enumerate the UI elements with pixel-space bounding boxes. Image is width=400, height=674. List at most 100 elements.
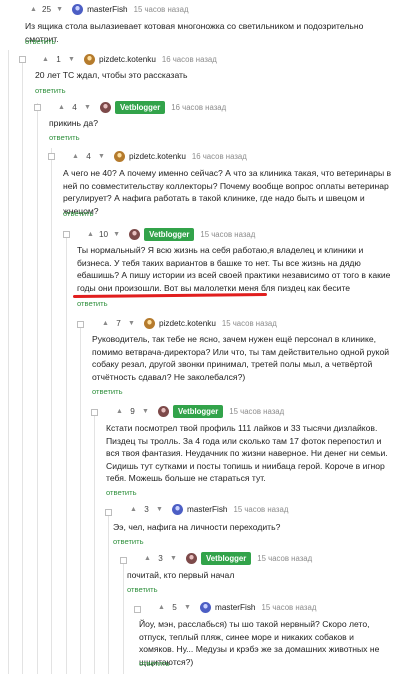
comment-score: 3 (144, 504, 149, 514)
thread-line (8, 50, 9, 674)
comment-score: 1 (56, 54, 61, 64)
avatar[interactable] (144, 317, 155, 329)
upvote-icon[interactable]: ▲ (142, 553, 153, 564)
collapse-thread-icon[interactable] (120, 557, 127, 564)
comment-header: ▲ 9 ▼ Vetblogger 15 часов назад (114, 403, 284, 419)
comment-time: 16 часов назад (171, 102, 227, 112)
reply-link[interactable]: ответить (77, 299, 108, 308)
downvote-icon[interactable]: ▼ (111, 229, 122, 240)
vote-control: ▲ 3 ▼ (128, 504, 165, 515)
avatar[interactable] (158, 405, 169, 417)
author-badge[interactable]: Vetblogger (201, 551, 252, 565)
thread-line (123, 560, 124, 674)
collapse-thread-icon[interactable] (105, 509, 112, 516)
vote-control: ▲ 25 ▼ (28, 4, 65, 15)
vote-control: ▲ 10 ▼ (85, 229, 122, 240)
avatar[interactable] (72, 3, 84, 15)
avatar[interactable] (172, 503, 183, 515)
author-name[interactable]: pizdetc.kotenku (129, 152, 186, 161)
red-underline-annotation (72, 292, 268, 299)
downvote-icon[interactable]: ▼ (82, 102, 93, 113)
comment-text: Руководитель, так тебе не ясно, зачем ну… (92, 334, 390, 382)
thread-line (51, 148, 52, 674)
comment-text: Ты нормальный? Я всю жизнь на себя работ… (77, 245, 391, 293)
comment-time: 15 часов назад (233, 504, 289, 514)
reply-link[interactable]: ответить (113, 537, 144, 546)
vote-control: ▲ 4 ▼ (56, 102, 93, 113)
reply-link[interactable]: ответить (127, 585, 158, 594)
comment-time: 15 часов назад (257, 553, 313, 563)
author-name[interactable]: pizdetc.kotenku (99, 55, 156, 64)
upvote-icon[interactable]: ▲ (100, 318, 111, 329)
comment-time: 15 часов назад (261, 602, 317, 612)
upvote-icon[interactable]: ▲ (114, 406, 125, 417)
comment-time: 16 часов назад (161, 54, 217, 64)
comment-score: 7 (116, 318, 121, 328)
avatar[interactable] (129, 228, 141, 240)
comment-score: 4 (86, 151, 91, 161)
reply-link[interactable]: ответить (25, 37, 56, 46)
upvote-icon[interactable]: ▲ (70, 151, 81, 162)
author-name[interactable]: pizdetc.kotenku (159, 319, 216, 328)
comment-time: 15 часов назад (200, 229, 256, 239)
downvote-icon[interactable]: ▼ (168, 553, 179, 564)
downvote-icon[interactable]: ▼ (126, 318, 137, 329)
thread-line (80, 325, 81, 674)
comment-header: ▲ 4 ▼ Vetblogger 16 часов назад (56, 99, 226, 115)
thread-line (22, 60, 23, 674)
comment-header: ▲ 3 ▼ masterFish 15 часов назад (128, 501, 288, 517)
downvote-icon[interactable]: ▼ (96, 151, 107, 162)
comment-score: 25 (42, 4, 52, 14)
downvote-icon[interactable]: ▼ (140, 406, 151, 417)
collapse-thread-icon[interactable] (34, 104, 41, 111)
avatar[interactable] (100, 101, 111, 113)
upvote-icon[interactable]: ▲ (85, 229, 96, 240)
comment-score: 3 (158, 553, 163, 563)
comment-header: ▲ 4 ▼ pizdetc.kotenku 16 часов назад (70, 148, 247, 164)
vote-control: ▲ 5 ▼ (156, 602, 193, 613)
comment-text: 20 лет ТС ждал, чтобы это рассказать (35, 70, 188, 80)
author-name[interactable]: masterFish (215, 603, 256, 612)
author-name[interactable]: masterFish (87, 5, 128, 14)
reply-link[interactable]: ответить (63, 209, 94, 218)
downvote-icon[interactable]: ▼ (54, 4, 65, 15)
upvote-icon[interactable]: ▲ (40, 54, 51, 65)
avatar[interactable] (200, 601, 211, 613)
comment-text: Йоу, мэн, расслабься) ты шо такой нервны… (139, 619, 380, 667)
comment-header: ▲ 3 ▼ Vetblogger 15 часов назад (142, 550, 312, 566)
downvote-icon[interactable]: ▼ (66, 54, 77, 65)
vote-control: ▲ 7 ▼ (100, 318, 137, 329)
collapse-thread-icon[interactable] (19, 56, 26, 63)
reply-link[interactable]: ответить (139, 659, 170, 668)
author-badge[interactable]: Vetblogger (173, 404, 224, 418)
collapse-thread-icon[interactable] (77, 321, 84, 328)
avatar[interactable] (84, 53, 95, 65)
comment-text: Ээ, чел, нафига на личности переходить? (113, 522, 281, 532)
avatar[interactable] (186, 552, 197, 564)
upvote-icon[interactable]: ▲ (128, 504, 139, 515)
reply-link[interactable]: ответить (49, 133, 80, 142)
collapse-thread-icon[interactable] (134, 606, 141, 613)
comment-header: ▲ 10 ▼ Vetblogger 15 часов назад (85, 226, 255, 242)
vote-control: ▲ 4 ▼ (70, 151, 107, 162)
author-name[interactable]: masterFish (187, 505, 228, 514)
author-badge[interactable]: Vetblogger (115, 100, 166, 114)
reply-link[interactable]: ответить (106, 488, 137, 497)
collapse-thread-icon[interactable] (63, 231, 70, 238)
author-badge[interactable]: Vetblogger (144, 227, 195, 241)
upvote-icon[interactable]: ▲ (56, 102, 67, 113)
comment-time: 16 часов назад (191, 151, 247, 161)
avatar[interactable] (114, 150, 125, 162)
comment-score: 5 (172, 602, 177, 612)
reply-link[interactable]: ответить (35, 86, 66, 95)
comment-header: ▲ 5 ▼ masterFish 15 часов назад (156, 599, 316, 615)
comment-header: ▲ 7 ▼ pizdetc.kotenku 15 часов назад (100, 315, 277, 331)
downvote-icon[interactable]: ▼ (182, 602, 193, 613)
downvote-icon[interactable]: ▼ (154, 504, 165, 515)
reply-link[interactable]: ответить (92, 387, 123, 396)
upvote-icon[interactable]: ▲ (156, 602, 167, 613)
collapse-thread-icon[interactable] (48, 153, 55, 160)
collapse-thread-icon[interactable] (91, 409, 98, 416)
comment-time: 15 часов назад (221, 318, 277, 328)
upvote-icon[interactable]: ▲ (28, 4, 39, 15)
